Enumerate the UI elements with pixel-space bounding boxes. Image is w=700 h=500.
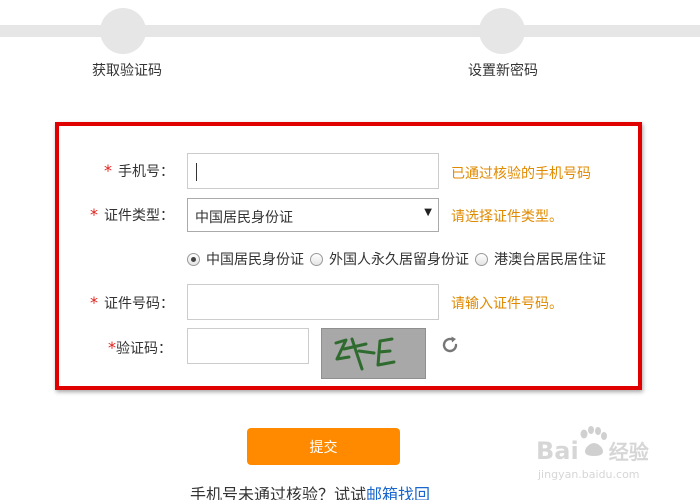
id-number-label: * 证件号码： [90,293,174,312]
id-number-hint: 请输入证件号码。 [451,296,563,312]
radio-unchecked-icon[interactable] [310,252,323,266]
text-caret [196,163,197,181]
required-mark: * [108,338,116,357]
step-1-circle [100,8,146,54]
recovery-hint: 手机号未通过核验？试试邮箱找回 [190,481,430,500]
id-number-input[interactable] [187,284,439,320]
baidu-watermark: Bai 经验 jingyan.baidu.com [536,418,696,488]
radio-option-hmt-permit[interactable]: 港澳台居民居住证 [475,249,606,269]
id-type-hint: 请选择证件类型。 [451,209,563,225]
captcha-input[interactable] [187,328,309,364]
captcha-glyphs [334,337,396,371]
radio-unchecked-icon[interactable] [475,252,488,266]
phone-label: * 手机号： [104,161,174,180]
phone-hint: 已通过核验的手机号码 [451,166,591,182]
required-mark: * [90,205,98,224]
page: 获取验证码 设置新密码 * 手机号： 已通过核验的手机号码 * 证件类型： 中国居民… [0,0,700,500]
watermark-brand-tail: 经验 [608,440,649,464]
captcha-image [321,328,426,379]
chevron-down-icon: ▼ [424,207,432,218]
step-2-label: 设置新密码 [468,63,538,79]
required-mark: * [104,161,112,180]
captcha-label: *验证码： [108,338,172,357]
email-recovery-link[interactable]: 邮箱找回 [366,485,430,500]
id-type-select[interactable]: 中国居民身份证 ▼ [187,198,439,232]
required-mark: * [90,293,98,312]
radio-checked-icon[interactable] [187,252,200,266]
radio-option-foreign-id[interactable]: 外国人永久居留身份证 [310,249,469,269]
step-1-label: 获取验证码 [92,63,162,79]
id-type-label: * 证件类型： [90,205,174,224]
phone-input[interactable] [187,153,439,189]
id-type-selected-value: 中国居民身份证 [195,210,293,226]
step-2-circle [479,8,525,54]
watermark-url: jingyan.baidu.com [538,468,640,481]
watermark-brand: Bai [536,437,579,465]
id-type-radio-group: 中国居民身份证 外国人永久居留身份证 港澳台居民居住证 [187,249,612,269]
submit-button[interactable]: 提交 [247,428,400,465]
refresh-icon[interactable] [439,334,461,356]
radio-option-cn-id[interactable]: 中国居民身份证 [187,249,304,269]
